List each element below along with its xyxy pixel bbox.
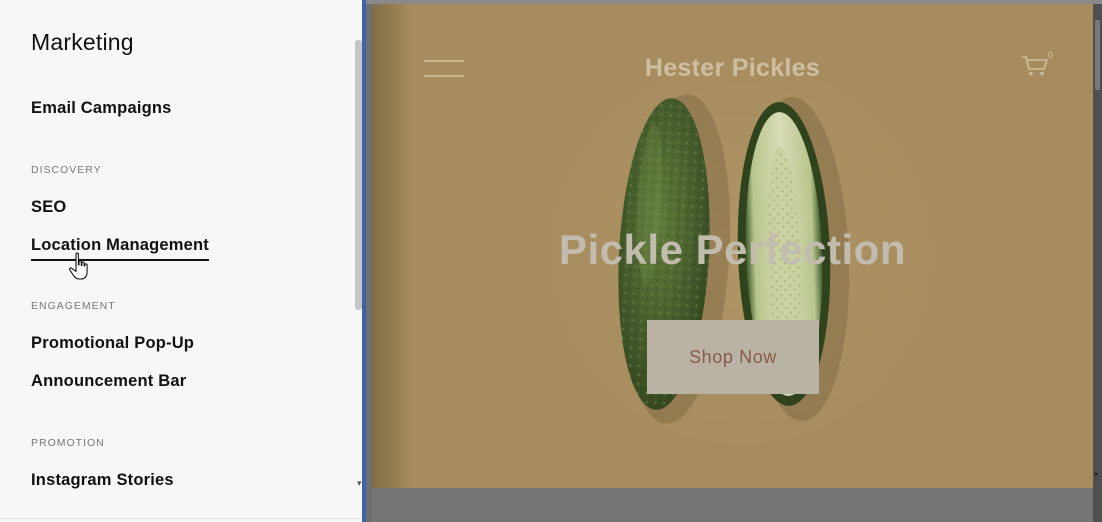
- scroll-down-arrow-icon[interactable]: ▾: [357, 478, 362, 489]
- section-label-engagement: ENGAGEMENT: [31, 300, 116, 312]
- hand-pointer-cursor-icon: [69, 252, 88, 280]
- menu-item-seo[interactable]: SEO: [31, 198, 66, 217]
- menu-item-promotional-popup[interactable]: Promotional Pop-Up: [31, 334, 194, 353]
- preview-scrollbar-thumb[interactable]: [1095, 20, 1100, 90]
- cart-count-badge: 0: [1048, 50, 1054, 60]
- menu-item-instagram-stories[interactable]: Instagram Stories: [31, 471, 174, 490]
- sidebar-scrollbar[interactable]: [355, 40, 362, 310]
- site-preview-frame[interactable]: Hester Pickles 0 Pickle Perfection Shop …: [372, 4, 1093, 488]
- shop-now-button[interactable]: Shop Now: [647, 320, 819, 394]
- menu-item-location-management[interactable]: Location Management: [31, 236, 209, 261]
- preview-scroll-down-icon[interactable]: ▾: [1094, 470, 1098, 479]
- hero-heading: Pickle Perfection: [559, 226, 906, 273]
- section-label-discovery: DISCOVERY: [31, 164, 102, 176]
- section-label-promotion: PROMOTION: [31, 437, 105, 449]
- sidebar-title: Marketing: [31, 29, 134, 55]
- marketing-sidebar: Marketing Email Campaigns DISCOVERY SEO …: [0, 0, 362, 522]
- menu-item-announcement-bar[interactable]: Announcement Bar: [31, 372, 186, 391]
- menu-item-email-campaigns[interactable]: Email Campaigns: [31, 99, 172, 118]
- preview-footer-strip: [372, 488, 1093, 522]
- sidebar-bottom-divider: [0, 518, 362, 519]
- shopping-cart-icon[interactable]: 0: [1020, 50, 1060, 82]
- site-title[interactable]: Hester Pickles: [372, 54, 1093, 83]
